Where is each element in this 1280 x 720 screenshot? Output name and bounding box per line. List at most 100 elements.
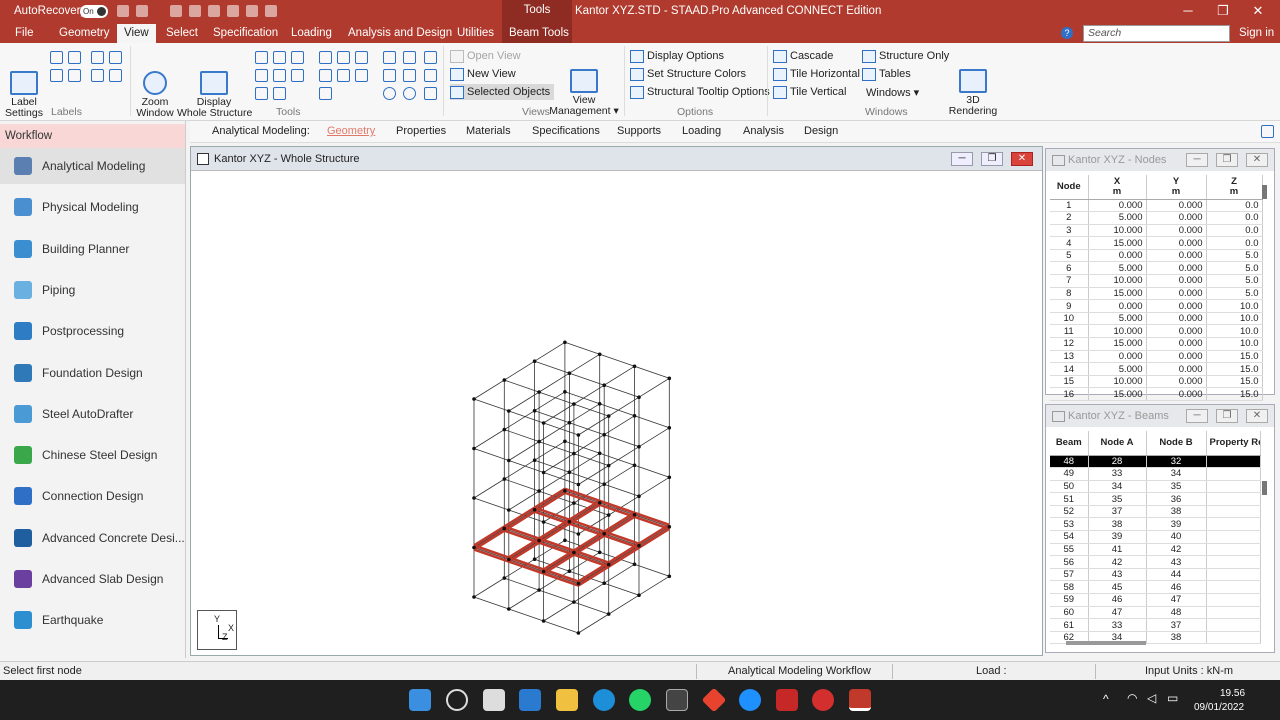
zoom-in-icon[interactable]: [255, 51, 268, 64]
beam-line[interactable]: [569, 471, 605, 485]
save-icon[interactable]: [170, 5, 182, 17]
node-point[interactable]: [563, 489, 567, 493]
beam-line[interactable]: [534, 459, 570, 473]
nodes-row[interactable]: 4 15.000 0.000 0.0: [1050, 236, 1263, 250]
nodes-table[interactable]: Node X mY mZ m 1 0.000 0.000 0.0 2 5.000 0.000 0…: [1050, 175, 1263, 401]
git-icon[interactable]: [701, 687, 727, 713]
nodes-header-cell[interactable]: Node: [1050, 175, 1089, 200]
view-front-icon[interactable]: [319, 51, 332, 64]
magnify-icon[interactable]: [273, 87, 286, 100]
open-icon[interactable]: [189, 5, 201, 17]
tile-vertical-button[interactable]: Tile Vertical: [773, 84, 846, 100]
nodes-row[interactable]: 2 5.000 0.000 0.0: [1050, 211, 1263, 225]
beam-line[interactable]: [543, 571, 579, 584]
node-point[interactable]: [606, 612, 611, 616]
rotate-y-icon[interactable]: [403, 51, 416, 64]
close-button[interactable]: ✕: [1250, 4, 1266, 18]
node-point[interactable]: [637, 395, 641, 399]
solid-label-icon[interactable]: [68, 69, 81, 82]
rotate-ccw-icon[interactable]: [383, 87, 396, 100]
rotate-z-icon[interactable]: [424, 51, 437, 64]
beam-line[interactable]: [573, 453, 609, 466]
cascade-button[interactable]: Cascade: [773, 48, 833, 64]
beam-line[interactable]: [473, 497, 509, 511]
beam-line[interactable]: [538, 540, 575, 553]
nodes-row[interactable]: 14 5.000 0.000 15.0: [1050, 362, 1263, 376]
wifi-icon[interactable]: ◠: [1127, 691, 1137, 705]
zoom-window-button[interactable]: Zoom Window: [134, 49, 176, 130]
node-point[interactable]: [572, 402, 576, 406]
beams-row[interactable]: 49 33 34: [1050, 467, 1261, 481]
node-point[interactable]: [637, 543, 641, 548]
beam-line[interactable]: [564, 391, 600, 405]
tile-horizontal-button[interactable]: Tile Horizontal: [773, 66, 860, 82]
tab-beam-tools[interactable]: Beam Tools: [502, 24, 572, 43]
node-point[interactable]: [597, 501, 602, 505]
maximize-button[interactable]: ❐: [1215, 4, 1231, 18]
nodes-row[interactable]: 11 10.000 0.000 10.0: [1050, 324, 1263, 339]
view-iso-icon[interactable]: [319, 87, 332, 100]
nodes-row[interactable]: 1 0.000 0.000 0.0: [1050, 199, 1263, 213]
view-restore-button[interactable]: ❐: [981, 152, 1003, 166]
beams-row[interactable]: 51 35 36: [1050, 492, 1261, 506]
beam-line[interactable]: [604, 533, 640, 547]
beams-row[interactable]: 52 37 38: [1050, 505, 1261, 519]
node-point[interactable]: [567, 420, 572, 425]
pan-icon[interactable]: [255, 87, 268, 100]
beam-line[interactable]: [538, 589, 575, 603]
node-point[interactable]: [572, 451, 576, 456]
back-icon[interactable]: [117, 5, 129, 17]
node-point[interactable]: [572, 600, 576, 604]
nodes-row[interactable]: 12 15.000 0.000 10.0: [1050, 337, 1263, 351]
node-point[interactable]: [597, 402, 602, 406]
node-point[interactable]: [667, 525, 672, 529]
beam-line[interactable]: [543, 601, 575, 622]
node-point[interactable]: [606, 513, 611, 517]
beams-row[interactable]: 60 47 48: [1050, 606, 1261, 620]
open-view-button[interactable]: Open View: [450, 48, 521, 64]
node-point[interactable]: [576, 631, 581, 635]
workflow-item-physical-modeling[interactable]: Physical Modeling: [0, 189, 185, 225]
beam-line[interactable]: [569, 372, 605, 386]
beams-minimize-button[interactable]: ─: [1186, 409, 1208, 423]
beams-row[interactable]: 58 45 46: [1050, 580, 1261, 595]
beam-line[interactable]: [504, 379, 540, 393]
windows-dropdown[interactable]: Windows ▾: [866, 86, 919, 99]
nodes-row[interactable]: 13 0.000 0.000 15.0: [1050, 350, 1263, 364]
beam-line[interactable]: [578, 613, 609, 634]
workflow-item-steel-autodrafter[interactable]: Steel AutoDrafter: [0, 396, 185, 432]
beam-line[interactable]: [634, 563, 670, 577]
help-taskbar-icon[interactable]: [739, 689, 761, 711]
nodes-header-cell[interactable]: Y m: [1146, 175, 1207, 200]
tab-analysis-design[interactable]: Analysis and Design: [341, 24, 459, 43]
zoom-dyn-icon[interactable]: [291, 69, 304, 82]
nodes-minimize-button[interactable]: ─: [1186, 153, 1208, 167]
subtab-specifications[interactable]: Specifications: [532, 125, 600, 137]
axes-icon[interactable]: [109, 51, 122, 64]
beam-line[interactable]: [473, 528, 505, 548]
beam-line[interactable]: [564, 341, 600, 355]
node-point[interactable]: [667, 475, 672, 480]
beam-line[interactable]: [569, 422, 605, 436]
beam-line[interactable]: [564, 440, 600, 454]
cube-icon[interactable]: [265, 5, 277, 17]
beams-row[interactable]: 57 43 44: [1050, 568, 1261, 582]
beam-label-icon[interactable]: [68, 51, 81, 64]
node-point[interactable]: [537, 390, 541, 394]
beam-line[interactable]: [543, 422, 579, 436]
ends-icon[interactable]: [109, 69, 122, 82]
3d-rendering-button[interactable]: 3D Rendering: [948, 47, 998, 128]
beam-line[interactable]: [573, 552, 609, 565]
beams-restore-button[interactable]: ❐: [1216, 409, 1238, 423]
node-point[interactable]: [532, 408, 537, 413]
nodes-row[interactable]: 7 10.000 0.000 5.0: [1050, 274, 1263, 288]
tab-specification[interactable]: Specification: [206, 24, 285, 43]
node-point[interactable]: [667, 426, 672, 430]
set-structure-colors-button[interactable]: Set Structure Colors: [630, 66, 746, 82]
subtab-design[interactable]: Design: [804, 125, 838, 137]
nodes-row[interactable]: 10 5.000 0.000 10.0: [1050, 312, 1263, 326]
node-point[interactable]: [472, 446, 476, 451]
beams-row[interactable]: 50 34 35: [1050, 480, 1261, 494]
recorder-icon[interactable]: [812, 689, 834, 711]
node-point[interactable]: [667, 574, 672, 579]
